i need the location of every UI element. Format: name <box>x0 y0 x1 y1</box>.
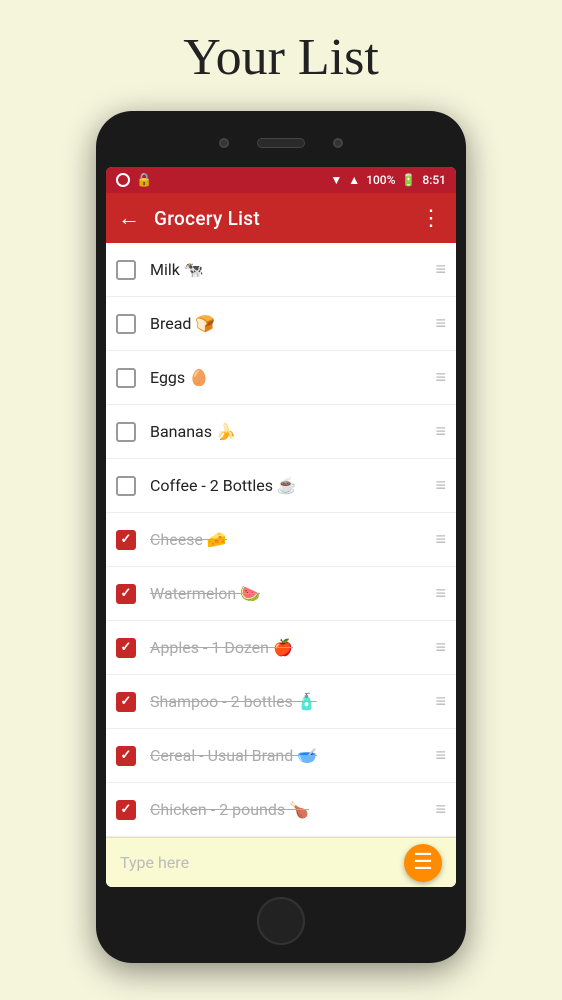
drag-handle-icon[interactable]: ≡ <box>435 369 446 387</box>
list-item: Milk 🐄 ≡ <box>106 243 456 297</box>
drag-handle-icon[interactable]: ≡ <box>435 531 446 549</box>
drag-handle-icon[interactable]: ≡ <box>435 315 446 333</box>
checkbox[interactable] <box>116 368 136 388</box>
drag-handle-icon[interactable]: ≡ <box>435 747 446 765</box>
list-item: ✓ Cereal - Usual Brand 🥣 ≡ <box>106 729 456 783</box>
item-label: Eggs 🥚 <box>150 368 427 387</box>
list-item: Bread 🍞 ≡ <box>106 297 456 351</box>
signal-icon: ▲ <box>348 173 360 187</box>
toolbar-title: Grocery List <box>154 207 406 230</box>
checkbox[interactable]: ✓ <box>116 584 136 604</box>
list-item: ✓ Chicken - 2 pounds 🍗 ≡ <box>106 783 456 837</box>
drag-handle-icon[interactable]: ≡ <box>435 261 446 279</box>
drag-handle-icon[interactable]: ≡ <box>435 693 446 711</box>
signal-circle-icon <box>116 173 130 187</box>
status-bar: 🔒 ▼ ▲ 100% 🔋 8:51 <box>106 167 456 193</box>
list-item: ✓ Cheese 🧀 ≡ <box>106 513 456 567</box>
app-toolbar: ← Grocery List ⋮ <box>106 193 456 243</box>
bottom-input-bar: Type here ☰ <box>106 837 456 887</box>
list-item: ✓ Watermelon 🍉 ≡ <box>106 567 456 621</box>
status-right: ▼ ▲ 100% 🔋 8:51 <box>330 173 446 187</box>
list-item: Eggs 🥚 ≡ <box>106 351 456 405</box>
back-button[interactable]: ← <box>118 205 140 231</box>
item-label: Cereal - Usual Brand 🥣 <box>150 746 427 765</box>
list-item: Coffee - 2 Bottles ☕ ≡ <box>106 459 456 513</box>
checkbox[interactable]: ✓ <box>116 692 136 712</box>
checkbox[interactable]: ✓ <box>116 638 136 658</box>
checkmark-icon: ✓ <box>121 802 132 817</box>
drag-handle-icon[interactable]: ≡ <box>435 639 446 657</box>
drag-handle-icon[interactable]: ≡ <box>435 477 446 495</box>
checkbox[interactable] <box>116 422 136 442</box>
item-label: Apples - 1 Dozen 🍎 <box>150 638 427 657</box>
drag-handle-icon[interactable]: ≡ <box>435 423 446 441</box>
item-label: Watermelon 🍉 <box>150 584 427 603</box>
item-label: Bananas 🍌 <box>150 422 427 441</box>
phone-bottom-bar <box>106 897 456 945</box>
drag-handle-icon[interactable]: ≡ <box>435 801 446 819</box>
item-label: Bread 🍞 <box>150 314 427 333</box>
camera-dot <box>219 138 229 148</box>
add-icon: ☰ <box>413 850 433 875</box>
drag-handle-icon[interactable]: ≡ <box>435 585 446 603</box>
grocery-list: Milk 🐄≡Bread 🍞≡Eggs 🥚≡Bananas 🍌≡Coffee -… <box>106 243 456 837</box>
checkmark-icon: ✓ <box>121 586 132 601</box>
checkbox[interactable] <box>116 476 136 496</box>
phone-device: 🔒 ▼ ▲ 100% 🔋 8:51 ← Grocery List ⋮ Milk … <box>96 111 466 963</box>
phone-screen: 🔒 ▼ ▲ 100% 🔋 8:51 ← Grocery List ⋮ Milk … <box>106 167 456 887</box>
checkbox[interactable]: ✓ <box>116 746 136 766</box>
speaker-grille <box>257 138 305 148</box>
checkmark-icon: ✓ <box>121 748 132 763</box>
checkbox[interactable] <box>116 260 136 280</box>
list-item: ✓ Shampoo - 2 bottles 🧴 ≡ <box>106 675 456 729</box>
item-label: Shampoo - 2 bottles 🧴 <box>150 692 427 711</box>
item-label: Coffee - 2 Bottles ☕ <box>150 476 427 495</box>
checkmark-icon: ✓ <box>121 694 132 709</box>
more-options-button[interactable]: ⋮ <box>420 206 444 231</box>
list-item: ✓ Apples - 1 Dozen 🍎 ≡ <box>106 621 456 675</box>
lock-icon: 🔒 <box>136 173 152 188</box>
phone-top-bar <box>106 129 456 157</box>
add-item-button[interactable]: ☰ <box>404 844 442 882</box>
item-label: Milk 🐄 <box>150 260 427 279</box>
checkmark-icon: ✓ <box>121 532 132 547</box>
sensor-dot <box>333 138 343 148</box>
list-item: Bananas 🍌 ≡ <box>106 405 456 459</box>
home-button[interactable] <box>257 897 305 945</box>
checkbox[interactable] <box>116 314 136 334</box>
wifi-icon: ▼ <box>330 173 342 187</box>
time-text: 8:51 <box>422 173 446 187</box>
checkbox[interactable]: ✓ <box>116 530 136 550</box>
page-title: Your List <box>183 28 379 87</box>
type-here-placeholder[interactable]: Type here <box>120 853 404 872</box>
battery-text: 100% <box>366 173 395 187</box>
item-label: Cheese 🧀 <box>150 530 427 549</box>
battery-icon: 🔋 <box>401 173 416 187</box>
item-label: Chicken - 2 pounds 🍗 <box>150 800 427 819</box>
checkmark-icon: ✓ <box>121 640 132 655</box>
checkbox[interactable]: ✓ <box>116 800 136 820</box>
status-left: 🔒 <box>116 173 152 188</box>
